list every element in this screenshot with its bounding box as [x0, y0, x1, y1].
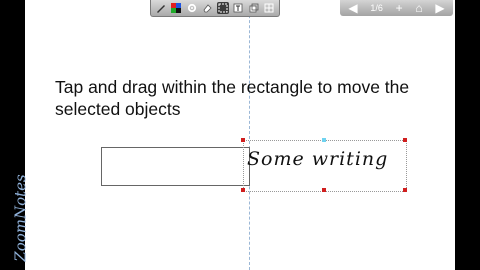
- add-page-icon[interactable]: +: [396, 0, 403, 16]
- gear-icon[interactable]: [186, 2, 198, 14]
- selection-handle-bottom-right[interactable]: [403, 188, 407, 192]
- selection-handle-top-right[interactable]: [403, 138, 407, 142]
- selection-tool-icon[interactable]: [216, 2, 229, 14]
- home-icon[interactable]: ⌂: [415, 0, 422, 16]
- watermark-text: ZoomNotes: [12, 174, 30, 262]
- page-number: 1/6: [370, 3, 383, 13]
- back-arrow-icon[interactable]: ◀: [348, 0, 357, 16]
- selection-handle-bottom-center[interactable]: [322, 188, 326, 192]
- rotation-handle[interactable]: [322, 138, 326, 142]
- eraser-icon[interactable]: [201, 2, 213, 14]
- selection-handle-top-left[interactable]: [241, 138, 245, 142]
- rectangle-shape[interactable]: [101, 147, 250, 186]
- color-palette-icon[interactable]: [170, 2, 182, 14]
- copy-icon[interactable]: [248, 2, 260, 14]
- forward-arrow-icon[interactable]: ▶: [435, 0, 444, 16]
- handwritten-text[interactable]: Some writing: [247, 148, 388, 170]
- tool-palette: [150, 0, 280, 17]
- app-watermark: ZoomNotes: [4, 166, 38, 270]
- note-page[interactable]: Tap and drag within the rectangle to mov…: [25, 0, 455, 270]
- selection-handle-bottom-left[interactable]: [241, 188, 245, 192]
- text-tool-icon[interactable]: [232, 2, 244, 14]
- center-guide-line: [249, 0, 250, 270]
- grid-icon[interactable]: [263, 2, 275, 14]
- instruction-text: Tap and drag within the rectangle to mov…: [55, 77, 410, 119]
- pen-tool-icon[interactable]: [155, 2, 167, 14]
- page-navigation-bar: ◀ 1/6 + ⌂ ▶: [340, 0, 453, 16]
